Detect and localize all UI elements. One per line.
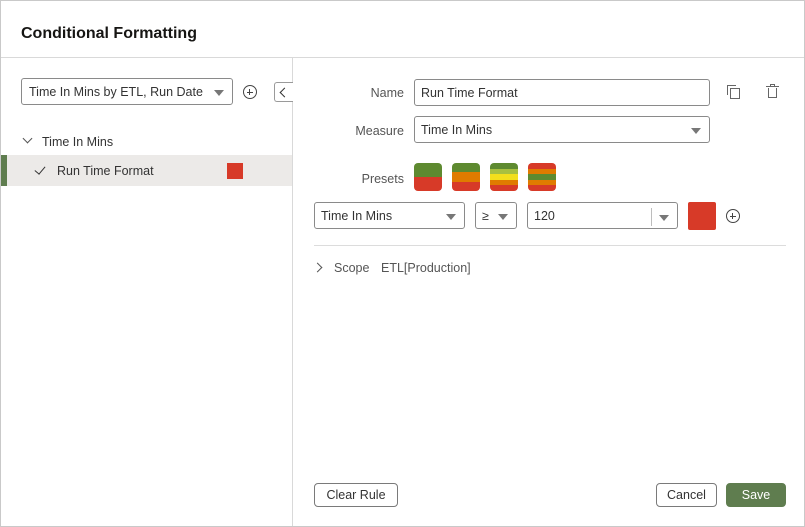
collapse-panel-button[interactable] <box>274 82 293 102</box>
chevron-down-icon[interactable] <box>22 133 33 144</box>
section-divider <box>314 245 786 246</box>
preset-three-color[interactable] <box>452 163 480 191</box>
rule-color-swatch <box>227 163 243 179</box>
dialog-title: Conditional Formatting <box>21 25 197 42</box>
name-input-value: Run Time Format <box>421 86 518 100</box>
conditional-formatting-dialog: Conditional Formatting Time In Mins by E… <box>0 0 805 527</box>
rules-panel: Time In Mins by ETL, Run Date Time In Mi… <box>1 58 293 526</box>
chevron-down-icon <box>498 214 508 220</box>
add-condition-icon[interactable] <box>726 209 740 223</box>
preset-alternating[interactable] <box>528 163 556 191</box>
operator-select[interactable]: ≥ <box>475 202 517 229</box>
dialog-header: Conditional Formatting <box>1 1 804 58</box>
duplicate-icon[interactable] <box>727 85 740 99</box>
scope-value: ETL[Production] <box>381 261 471 275</box>
threshold-value: 120 <box>534 209 555 223</box>
measure-label: Measure <box>355 124 404 138</box>
chevron-right-icon[interactable] <box>312 262 323 273</box>
preset-five-color[interactable] <box>490 163 518 191</box>
preset-two-color[interactable] <box>414 163 442 191</box>
rule-set-select-value: Time In Mins by ETL, Run Date <box>29 85 203 99</box>
presets-label: Presets <box>361 172 404 186</box>
chevron-down-icon <box>659 215 669 221</box>
save-button[interactable]: Save <box>726 483 786 507</box>
chevron-down-icon <box>691 128 701 134</box>
delete-icon[interactable] <box>766 84 779 99</box>
tree-item-label: Run Time Format <box>57 164 154 178</box>
condition-measure-value: Time In Mins <box>321 209 393 223</box>
condition-color-picker[interactable] <box>688 202 716 230</box>
cancel-button[interactable]: Cancel <box>656 483 717 507</box>
tree-group-label: Time In Mins <box>42 135 114 149</box>
check-icon[interactable] <box>34 163 46 175</box>
selected-indicator <box>1 155 7 186</box>
threshold-value-combobox[interactable]: 120 <box>527 202 678 229</box>
name-input[interactable]: Run Time Format <box>414 79 710 106</box>
chevron-left-icon <box>279 87 290 98</box>
combobox-divider <box>651 208 652 226</box>
chevron-down-icon <box>446 214 456 220</box>
name-label: Name <box>370 86 404 100</box>
rule-set-select[interactable]: Time In Mins by ETL, Run Date <box>21 78 233 105</box>
tree-item-run-time-format[interactable]: Run Time Format <box>1 155 292 186</box>
chevron-down-icon <box>214 90 224 96</box>
scope-label[interactable]: Scope <box>334 261 369 275</box>
add-rule-set-icon[interactable] <box>243 85 257 99</box>
rule-editor-panel: Name Run Time Format Measure Time In Min… <box>294 58 804 526</box>
measure-select[interactable]: Time In Mins <box>414 116 710 143</box>
measure-select-value: Time In Mins <box>421 123 493 137</box>
clear-rule-button[interactable]: Clear Rule <box>314 483 398 507</box>
operator-value: ≥ <box>482 209 489 223</box>
condition-measure-select[interactable]: Time In Mins <box>314 202 465 229</box>
